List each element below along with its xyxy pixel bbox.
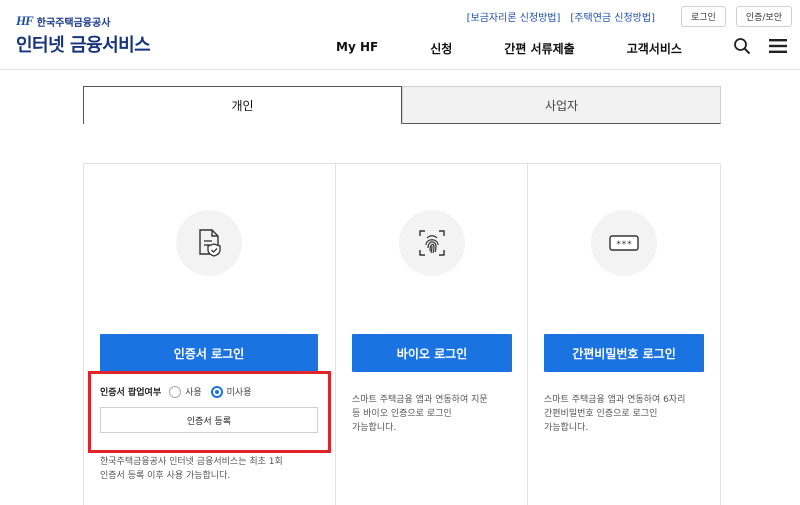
- radio-use[interactable]: [169, 385, 182, 398]
- certificate-login-panel: 인증서 로그인 한국주택금융공사 인터넷 금융서비스는 최초 1회 인증서 등록…: [84, 164, 335, 505]
- certificate-document-icon: [199, 229, 221, 257]
- radio-use-label[interactable]: 사용: [185, 385, 202, 398]
- service-name: 인터넷 금융서비스: [16, 35, 151, 56]
- tab-business[interactable]: 사업자: [402, 86, 721, 124]
- bio-login-panel: 바이오 로그인 스마트 주택금융 앱과 연동하여 지문 등 바이오 인증으로 로…: [335, 164, 527, 505]
- hamburger-menu-icon[interactable]: [768, 38, 788, 54]
- radio-no-use-label[interactable]: 미사용: [227, 385, 252, 398]
- pin-login-description: 스마트 주택금융 앱과 연동하여 6자리 간편비밀번호 인증으로 로그인 가능합…: [544, 395, 686, 433]
- login-methods: 인증서 로그인 한국주택금융공사 인터넷 금융서비스는 최초 1회 인증서 등록…: [83, 163, 721, 505]
- search-icon[interactable]: [733, 37, 751, 55]
- certificate-login-button[interactable]: 인증서 로그인: [100, 334, 318, 372]
- certificate-popup-option: 인증서 팝업여부 사용 미사용: [100, 385, 261, 398]
- security-button[interactable]: 인증/보안: [735, 6, 792, 27]
- bio-login-description: 스마트 주택금융 앱과 연동하여 지문 등 바이오 인증으로 로그인 가능합니다…: [352, 395, 488, 433]
- bogeumjari-guide-link[interactable]: [보금자리론 신청방법]: [467, 9, 561, 24]
- site-header: HF 한국주택금융공사 인터넷 금융서비스 [보금자리론 신청방법] [주택연금…: [0, 0, 800, 70]
- certificate-login-description: 한국주택금융공사 인터넷 금융서비스는 최초 1회 인증서 등록 이후 사용 가…: [100, 457, 283, 481]
- main-navigation: My HF 신청 간편 서류제출 고객서비스: [336, 40, 682, 57]
- certificate-popup-label: 인증서 팝업여부: [100, 388, 162, 398]
- tab-individual[interactable]: 개인: [83, 86, 402, 124]
- radio-no-use[interactable]: [210, 385, 223, 398]
- org-name: 한국주택금융공사: [36, 17, 111, 29]
- site-logo[interactable]: HF 한국주택금융공사 인터넷 금융서비스: [16, 13, 151, 57]
- utility-bar: [보금자리론 신청방법] [주택연금 신청방법] 로그인 인증/보안: [467, 6, 792, 27]
- bio-login-button[interactable]: 바이오 로그인: [352, 334, 512, 372]
- password-box-icon: ***: [609, 235, 639, 251]
- login-button[interactable]: 로그인: [681, 6, 726, 27]
- svg-text:***: ***: [616, 240, 632, 250]
- nav-customer-service[interactable]: 고객서비스: [627, 40, 682, 57]
- nav-apply[interactable]: 신청: [430, 40, 452, 57]
- hf-logo-mark: HF: [16, 13, 34, 28]
- user-type-tabs: 개인 사업자: [83, 86, 721, 124]
- certificate-register-button[interactable]: 인증서 등록: [100, 407, 318, 433]
- pin-login-panel: *** 간편비밀번호 로그인 스마트 주택금융 앱과 연동하여 6자리 간편비밀…: [527, 164, 720, 505]
- nav-my-hf[interactable]: My HF: [336, 40, 378, 57]
- fingerprint-icon: [419, 230, 445, 256]
- pin-login-button[interactable]: 간편비밀번호 로그인: [544, 334, 704, 372]
- nav-document-submit[interactable]: 간편 서류제출: [504, 40, 574, 57]
- reverse-mortgage-guide-link[interactable]: [주택연금 신청방법]: [570, 9, 655, 24]
